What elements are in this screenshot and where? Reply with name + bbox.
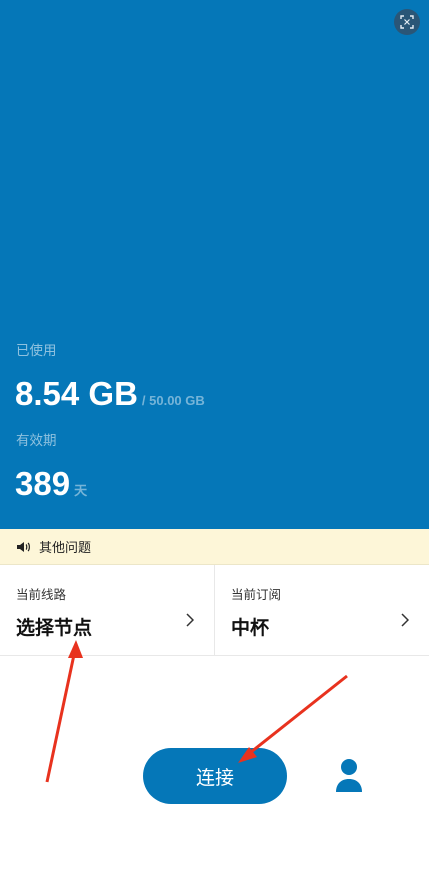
validity-days: 389 [15, 465, 71, 502]
subscription-card[interactable]: 当前订阅 中杯 [214, 565, 429, 655]
notice-bar[interactable]: 其他问题 [0, 529, 429, 565]
usage-panel: 已使用 8.54 GB/ 50.00 GB 有效期 389 天 [0, 0, 429, 529]
validity-value: 389 天 [15, 465, 87, 503]
subscription-title: 当前订阅 [231, 587, 282, 602]
profile-icon[interactable] [334, 758, 364, 794]
used-label: 已使用 [16, 343, 57, 359]
used-amount: 8.54 GB [15, 375, 138, 412]
validity-unit: 天 [74, 483, 88, 498]
used-value: 8.54 GB/ 50.00 GB [15, 375, 205, 413]
info-cards: 当前线路 选择节点 当前订阅 中杯 [0, 565, 429, 656]
annotation-arrow [245, 674, 348, 758]
chevron-right-icon [401, 613, 409, 627]
connect-button[interactable]: 连接 [143, 748, 287, 804]
app-screen: 已使用 8.54 GB/ 50.00 GB 有效期 389 天 其他问题 当前线路… [0, 0, 429, 880]
validity-label: 有效期 [16, 433, 57, 449]
scan-icon [400, 15, 414, 29]
chevron-right-icon [186, 613, 194, 627]
notice-text: 其他问题 [39, 541, 92, 556]
annotation-arrow [45, 649, 77, 783]
scan-button[interactable] [394, 9, 420, 35]
speaker-icon [17, 541, 30, 552]
subscription-value: 中杯 [231, 617, 270, 639]
route-title: 当前线路 [16, 587, 67, 602]
route-card[interactable]: 当前线路 选择节点 [0, 565, 214, 655]
route-value: 选择节点 [16, 617, 93, 639]
used-total: / 50.00 GB [141, 393, 205, 408]
